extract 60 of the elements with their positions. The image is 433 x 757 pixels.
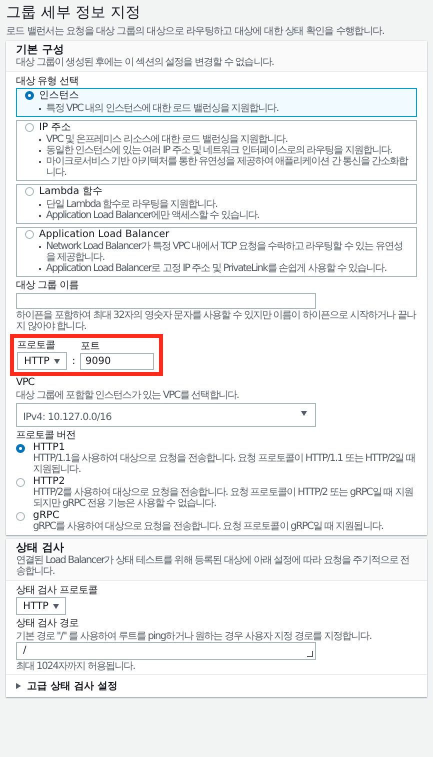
option-label: 인스턴스 [39,90,79,102]
bullet-text: 동일한 인스턴스에 있는 여러 IP 주소 및 네트워크 인터페이스로의 라우팅을 지원합니다. [46,145,392,156]
caret-icon [301,410,307,416]
radio-button[interactable] [16,478,25,488]
field-label: 프로토콜 [17,340,56,352]
option-label: Application Load Balancer [39,228,170,240]
option-description: HTTP/2를 사용하여 대상으로 요청을 전송합니다. 요청 프로토콜이 HTTP/2 또는 gRPC일 때 지원되지만 gRPC 전용 기능은 사용할 수 없습니다. [33,487,414,510]
field-label: 프로토콜 버전 [16,430,77,442]
option-label: IP 주소 [39,122,72,134]
target-type-option[interactable]: Application Load Balancer Network Load Balancer가 특정 VPC 내에서 TCP 요청을 수락하고 라우팅할 수 있는 유연성을 제공합니다. Application Load Balancer로 고정 IP 주소 및 PrivateLink를 손쉽게 사용할 수 있습니다. [16,226,417,278]
field-description: 기본 경로 "/" 를 사용하여 루트를 ping하거나 원하는 경우 사용자 지정 경로를 지정합니다. [16,630,372,642]
radio-button[interactable] [16,512,25,522]
bullet-text: 특정 VPC 내의 인스턴스에 대한 로드 밸런싱을 지원합니다. [46,102,278,114]
port-field[interactable]: 9090 [80,353,154,370]
section-title: 상태 검사 [16,542,65,555]
separator: : [72,356,76,370]
page-description: 로드 밸런서는 요청을 대상 그룹의 대상으로 라우팅하고 대상에 대한 상태 확인을 수행합니다. [6,25,386,38]
radio-button[interactable] [25,91,34,100]
advanced-settings-toggle[interactable]: 고급 상태 검사 설정 [6,674,427,697]
option-label: HTTP1 [33,442,66,454]
target-type-option[interactable]: 인스턴스 특정 VPC 내의 인스턴스에 대한 로드 밸런싱을 지원합니다. [16,88,417,117]
option-description: HTTP/1.1을 사용하여 대상으로 요청을 전송합니다. 요청 프로토콜이 HTTP/1.1 또는 HTTP/2일 때 지원됩니다. [33,453,416,476]
radio-button[interactable] [25,122,34,132]
field-label: 상태 검사 경로 [16,618,80,630]
bullet-text: 단일 Lambda 함수로 라우팅을 지원합니다. [46,198,218,210]
bullet-text: Application Load Balancer로 고정 IP 주소 및 PrivateLink를 손쉽게 사용할 수 있습니다. [46,263,386,274]
section-description: 연결된 Load Balancer가 상태 테스트를 위해 등록된 대상에 아래 설정에 따라 요청을 주기적으로 전송합니다. [16,554,410,577]
path-field[interactable]: / [16,642,316,660]
radio-button[interactable] [16,444,25,454]
option-label: gRPC [33,510,60,522]
field-label: 대상 그룹 이름 [16,280,80,292]
radio-button[interactable] [25,230,34,239]
bullet-text: Application Load Balancer에만 액세스할 수 있습니다. [46,210,259,221]
option-description: gRPC를 사용하여 대상으로 요청을 전송합니다. 요청 프로토콜이 gRPC일 때 지원됩니다. [33,521,384,532]
target-type-option[interactable]: Lambda 함수 단일 Lambda 함수로 라우팅을 지원합니다. Application Load Balancer에만 액세스할 수 있습니다. [16,184,417,224]
resize-handle-icon[interactable] [307,650,313,657]
field-label: 대상 유형 선택 [16,76,80,88]
caret-icon [53,604,59,609]
field-label: 상태 검사 프로토콜 [16,584,98,596]
bullet-text: VPC 및 온프레미스 리소스에 대한 로드 밸런싱을 지원합니다. [46,134,288,146]
field-hint: 하이픈을 포함하여 최대 32자의 영숫자 문자를 사용할 수 있지만 이름이 하이픈으로 시작하거나 끝나지 않아야 합니다. [16,310,417,332]
vpc-dropdown[interactable]: IPv4: 10.127.0.0/16 [16,402,316,427]
triangle-icon [16,682,21,689]
section-title: 기본 구성 [16,44,65,57]
page-title: 그룹 세부 정보 지정 [6,3,142,22]
field-label: VPC [16,377,36,389]
option-label: Lambda 함수 [39,186,102,198]
field-description: 대상 그룹에 포함할 인스턴스가 있는 VPC를 선택합니다. [16,390,240,401]
field-label: 포트 [80,340,100,352]
protocol-dropdown[interactable]: HTTP [16,597,66,616]
target-type-option[interactable]: IP 주소 VPC 및 온프레미스 리소스에 대한 로드 밸런싱을 지원합니다. 동일한 인스턴스에 있는 여러 IP 주소 및 네트워크 인터페이스로의 라우팅을 지원합니다. 마이크로서비스 기반 아키텍처를 통한 유연성을 제공하여 애플리케이션 간 통신을 간소화합니다. [16,120,417,182]
field-hint: 최대 1024자까지 허용됩니다. [16,660,136,672]
section-description: 대상 그룹이 생성된 후에는 이 섹션의 설정을 변경할 수 없습니다. [16,56,275,68]
radio-button[interactable] [25,187,34,196]
option-label: HTTP2 [33,476,66,488]
input-field[interactable] [16,292,316,309]
bullet-text: 마이크로서비스 기반 아키텍처를 통한 유연성을 제공하여 애플리케이션 간 통신을 간소화합니다. [46,156,408,178]
protocol-dropdown[interactable]: HTTP [17,352,67,370]
caret-icon [54,358,60,364]
bullet-text: Network Load Balancer가 특정 VPC 내에서 TCP 요청을 수락하고 라우팅할 수 있는 유연성을 제공합니다. [46,241,404,264]
